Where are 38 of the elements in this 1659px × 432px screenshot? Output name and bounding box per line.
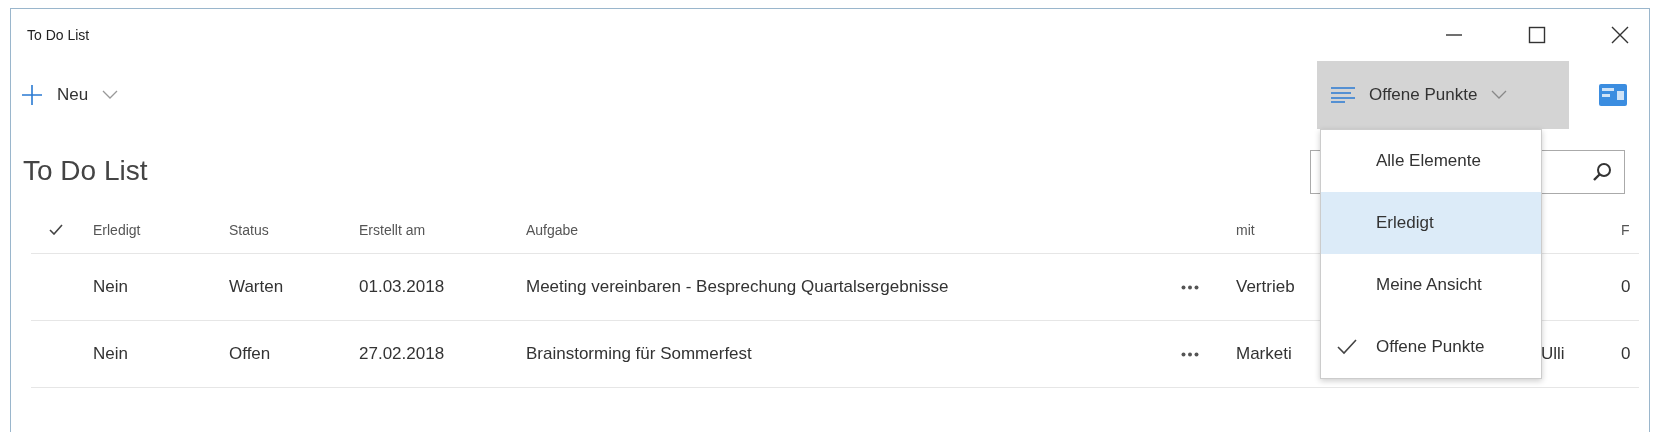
column-header[interactable]: Aufgabe [526, 221, 579, 238]
chevron-down-icon [102, 90, 119, 100]
menu-item[interactable]: Alle Elemente [1321, 130, 1541, 192]
table-cell: Nein [93, 344, 128, 364]
filter-lines-icon [1331, 87, 1355, 103]
table-cell: Nein [93, 277, 128, 297]
menu-item[interactable]: Erledigt [1321, 192, 1541, 254]
column-header[interactable]: mit [1236, 221, 1255, 238]
new-button[interactable]: Neu [11, 84, 119, 106]
table-cell: 0 [1621, 277, 1631, 297]
page-heading: To Do List [23, 154, 148, 187]
view-dropdown-button[interactable]: Offene Punkte [1317, 61, 1569, 129]
column-header[interactable]: Erledigt [93, 221, 141, 238]
window-title: To Do List [27, 27, 90, 43]
maximize-icon[interactable] [1528, 26, 1546, 44]
menu-item[interactable]: Meine Ansicht [1321, 254, 1541, 316]
table-cell: Vertrieb [1236, 277, 1295, 297]
card-view-icon[interactable] [1599, 84, 1627, 106]
more-options-icon[interactable] [1181, 284, 1199, 290]
table-cell[interactable]: Meeting vereinbaren - Besprechung Quartalsergebnisse [526, 277, 949, 297]
select-all-check-icon[interactable] [49, 224, 63, 235]
table-cell: Marketi [1236, 344, 1292, 364]
column-header[interactable]: Status [229, 221, 269, 238]
table-cell[interactable]: Brainstorming für Sommerfest [526, 344, 752, 364]
table-cell: Ulli [1541, 344, 1565, 364]
table-cell: Offen [229, 344, 271, 364]
column-header[interactable]: Erstellt am [359, 221, 426, 238]
menu-item[interactable]: Offene Punkte [1321, 316, 1541, 378]
more-options-icon[interactable] [1181, 351, 1199, 357]
search-icon[interactable] [1592, 161, 1612, 182]
table-cell: Warten [229, 277, 284, 297]
table-cell: 0 [1621, 344, 1631, 364]
plus-icon [21, 84, 43, 106]
table-cell: 01.03.2018 [359, 277, 445, 297]
close-icon[interactable] [1611, 26, 1629, 44]
table-cell: 27.02.2018 [359, 344, 445, 364]
chevron-down-icon [1491, 90, 1508, 100]
column-header[interactable]: F [1621, 221, 1630, 238]
